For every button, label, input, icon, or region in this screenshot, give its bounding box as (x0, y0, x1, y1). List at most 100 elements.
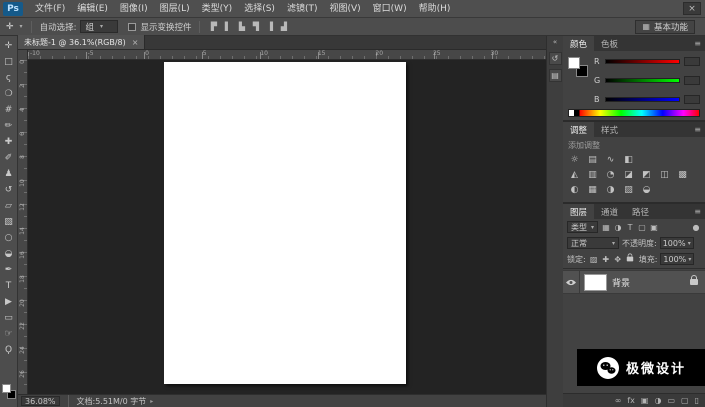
vibrance-icon[interactable]: ◭ (568, 169, 581, 181)
menu-item[interactable]: 窗口(W) (367, 0, 413, 18)
auto-select-dropdown[interactable]: 组 ▾ (80, 20, 119, 33)
new-layer-icon[interactable]: ▢ (681, 396, 689, 405)
channel-mixer-icon[interactable]: ◫ (658, 169, 671, 181)
filter-shape-layers-icon[interactable]: ▢ (637, 223, 647, 232)
tool-preset-arrow-icon[interactable]: ▾ (20, 23, 23, 30)
menu-item[interactable]: 文件(F) (29, 0, 71, 18)
brightness-contrast-icon[interactable]: ☼ (568, 154, 581, 166)
menu-item[interactable]: 滤镜(T) (281, 0, 324, 18)
eraser-tool[interactable]: ▱ (1, 198, 17, 214)
color-balance-icon[interactable]: ◔ (604, 169, 617, 181)
opacity-field[interactable]: 100% ▾ (659, 237, 694, 249)
layer-filter-kind-dropdown[interactable]: 类型 ▾ (567, 221, 599, 233)
photo-filter-icon[interactable]: ◩ (640, 169, 653, 181)
document-canvas[interactable] (164, 62, 406, 384)
status-menu-arrow-icon[interactable]: ▸ (150, 398, 153, 405)
foreground-color-swatch[interactable] (2, 384, 11, 393)
layer-visibility-toggle[interactable] (563, 271, 580, 293)
tab-swatches[interactable]: 色板 (594, 36, 625, 51)
align-top-edges-icon[interactable]: ▛ (208, 22, 219, 31)
crop-tool[interactable]: # (1, 102, 17, 118)
new-adjustment-layer-icon[interactable]: ◑ (654, 396, 661, 405)
red-value-field[interactable] (684, 57, 700, 66)
move-tool-preset-icon[interactable]: ✛ (4, 22, 16, 32)
lock-position-icon[interactable]: ✥ (613, 255, 623, 264)
menu-item[interactable]: 视图(V) (323, 0, 366, 18)
menu-item[interactable]: 图层(L) (154, 0, 196, 18)
green-slider[interactable] (605, 78, 680, 83)
blend-mode-dropdown[interactable]: 正常 ▾ (567, 237, 619, 249)
pen-tool[interactable]: ✒ (1, 262, 17, 278)
lock-image-pixels-icon[interactable]: ✚ (601, 255, 611, 264)
horizontal-ruler[interactable]: -10 -5 0 5 10 15 20 25 30 (28, 50, 546, 59)
layer-filter-toggle-icon[interactable]: ● (691, 223, 701, 232)
filter-smart-objects-icon[interactable]: ▣ (649, 223, 659, 232)
panel-menu-icon[interactable]: ≡ (694, 125, 701, 134)
posterize-icon[interactable]: ▦ (586, 184, 599, 196)
menu-item[interactable]: 编辑(E) (71, 0, 114, 18)
levels-icon[interactable]: ▤ (586, 154, 599, 166)
align-right-edges-icon[interactable]: ▟ (278, 22, 289, 31)
properties-panel-icon[interactable]: ▤ (548, 69, 562, 82)
threshold-icon[interactable]: ◑ (604, 184, 617, 196)
tab-paths[interactable]: 路径 (625, 204, 656, 219)
layer-style-icon[interactable]: fx (627, 396, 635, 405)
lock-all-icon[interactable] (626, 253, 633, 262)
blue-slider[interactable] (605, 97, 680, 102)
tab-channels[interactable]: 通道 (594, 204, 625, 219)
align-vertical-centers-icon[interactable]: ▌ (222, 22, 233, 31)
ruler-origin-corner[interactable] (18, 50, 28, 60)
rectangular-marquee-tool[interactable]: □ (1, 54, 17, 70)
document-tab-close-icon[interactable]: × (132, 38, 139, 47)
blur-tool[interactable]: ○ (1, 230, 17, 246)
dock-collapse-icon[interactable]: « (549, 38, 562, 48)
delete-layer-icon[interactable]: ▯ (695, 396, 699, 405)
invert-icon[interactable]: ◐ (568, 184, 581, 196)
show-transform-checkbox[interactable] (128, 22, 137, 31)
zoom-level-field[interactable]: 36.08% (21, 396, 60, 406)
workspace-switcher[interactable]: ▦ 基本功能 (635, 19, 695, 34)
tab-layers[interactable]: 图层 (563, 204, 595, 219)
link-layers-icon[interactable]: ∞ (615, 396, 622, 405)
color-lookup-icon[interactable]: ▩ (676, 169, 689, 181)
blue-value-field[interactable] (684, 95, 700, 104)
tab-styles[interactable]: 样式 (594, 122, 625, 137)
align-horizontal-centers-icon[interactable]: ▐ (264, 22, 275, 31)
background-layer-row[interactable]: 背景 (563, 270, 705, 294)
filter-pixel-layers-icon[interactable]: ▦ (601, 223, 611, 232)
eyedropper-tool[interactable]: ✏ (1, 118, 17, 134)
path-selection-tool[interactable]: ▶ (1, 294, 17, 310)
brush-tool[interactable]: ✐ (1, 150, 17, 166)
dodge-tool[interactable]: ◒ (1, 246, 17, 262)
exposure-icon[interactable]: ◧ (622, 154, 635, 166)
lasso-tool[interactable]: ς (1, 70, 17, 86)
panel-menu-icon[interactable]: ≡ (694, 39, 701, 48)
window-close-button[interactable]: × (683, 2, 701, 15)
layer-thumbnail[interactable] (584, 273, 607, 291)
lock-transparent-pixels-icon[interactable]: ▨ (589, 255, 599, 264)
spot-healing-brush-tool[interactable]: ✚ (1, 134, 17, 150)
foreground-color-swatch[interactable] (568, 57, 580, 69)
filter-adjustment-layers-icon[interactable]: ◑ (613, 223, 623, 232)
new-group-icon[interactable]: ▭ (667, 396, 675, 405)
add-layer-mask-icon[interactable]: ▣ (641, 396, 649, 405)
panel-menu-icon[interactable]: ≡ (694, 207, 701, 216)
gradient-tool[interactable]: ▧ (1, 214, 17, 230)
zoom-tool[interactable]: Ϙ (1, 342, 17, 358)
history-panel-icon[interactable]: ↺ (548, 52, 562, 65)
color-spectrum-bar[interactable] (568, 109, 700, 117)
red-slider[interactable] (605, 59, 680, 64)
type-tool[interactable]: T (1, 278, 17, 294)
tab-adjustments[interactable]: 调整 (563, 122, 595, 137)
document-tab[interactable]: 未标题-1 @ 36.1%(RGB/8) × (18, 35, 146, 49)
tab-color[interactable]: 颜色 (563, 36, 595, 51)
menu-item[interactable]: 类型(Y) (196, 0, 239, 18)
menu-item[interactable]: 帮助(H) (413, 0, 457, 18)
curves-icon[interactable]: ∿ (604, 154, 617, 166)
quick-selection-tool[interactable]: ❍ (1, 86, 17, 102)
vertical-ruler[interactable]: 0 2 4 6 8 10 12 14 16 18 20 22 24 26 (18, 60, 28, 394)
rectangle-shape-tool[interactable]: ▭ (1, 310, 17, 326)
menu-item[interactable]: 图像(I) (114, 0, 154, 18)
history-brush-tool[interactable]: ↺ (1, 182, 17, 198)
selective-color-icon[interactable]: ◒ (640, 184, 653, 196)
